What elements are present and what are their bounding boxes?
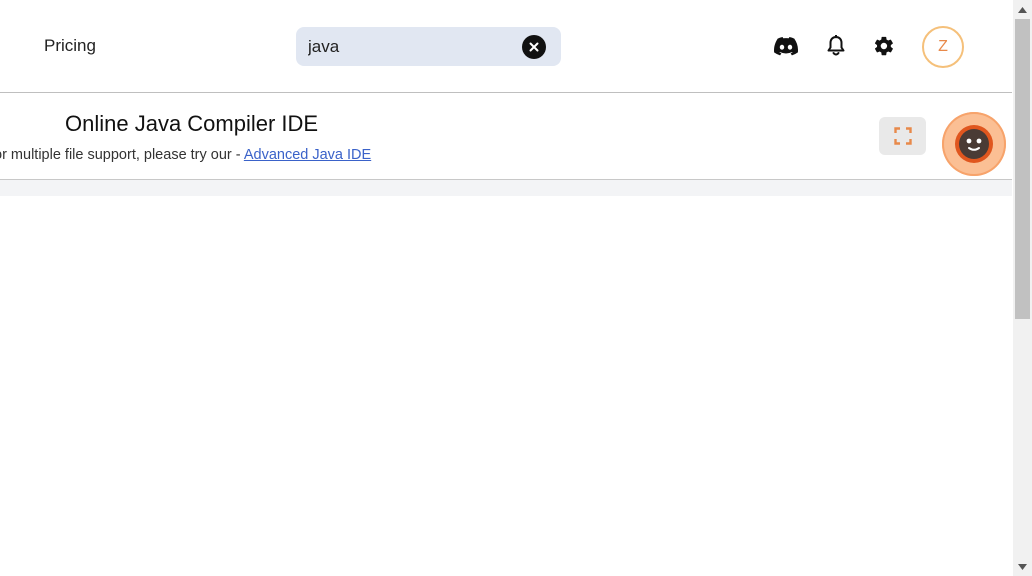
page-subtitle: or multiple file support, please try our…: [0, 147, 371, 163]
notifications-button[interactable]: [823, 33, 849, 59]
triangle-up-icon: [1018, 6, 1027, 13]
scrollbar-thumb[interactable]: [1015, 19, 1030, 319]
page-scrollbar[interactable]: [1013, 0, 1032, 576]
settings-button[interactable]: [871, 33, 897, 59]
discord-icon: [774, 36, 798, 55]
scroll-up-button[interactable]: [1013, 1, 1032, 18]
compiler-header: Online Java Compiler IDE or multiple fil…: [0, 93, 1012, 180]
search-box: [296, 27, 561, 66]
page: Pricing Z: [0, 0, 1032, 576]
editor-toolbar: [0, 180, 1012, 196]
nav-link-pricing[interactable]: Pricing: [44, 36, 96, 56]
subtitle-text: or multiple file support, please try our…: [0, 147, 244, 163]
robot-face-icon: [955, 125, 993, 163]
page-title: Online Java Compiler IDE: [65, 111, 319, 136]
advanced-ide-link[interactable]: Advanced Java IDE: [244, 147, 371, 163]
bell-icon: [827, 35, 845, 56]
fullscreen-icon: [893, 127, 912, 145]
top-navbar: Pricing Z: [0, 0, 1012, 93]
gear-icon: [874, 36, 893, 56]
ai-assistant-button[interactable]: [942, 112, 1006, 176]
user-avatar[interactable]: Z: [922, 26, 964, 68]
fullscreen-button[interactable]: [879, 117, 926, 155]
code-editor[interactable]: [0, 196, 1012, 576]
triangle-down-icon: [1018, 563, 1027, 570]
close-icon: [529, 42, 539, 52]
scroll-down-button[interactable]: [1013, 558, 1032, 575]
discord-button[interactable]: [773, 33, 799, 59]
clear-search-button[interactable]: [522, 35, 546, 59]
search-input[interactable]: [308, 27, 508, 66]
